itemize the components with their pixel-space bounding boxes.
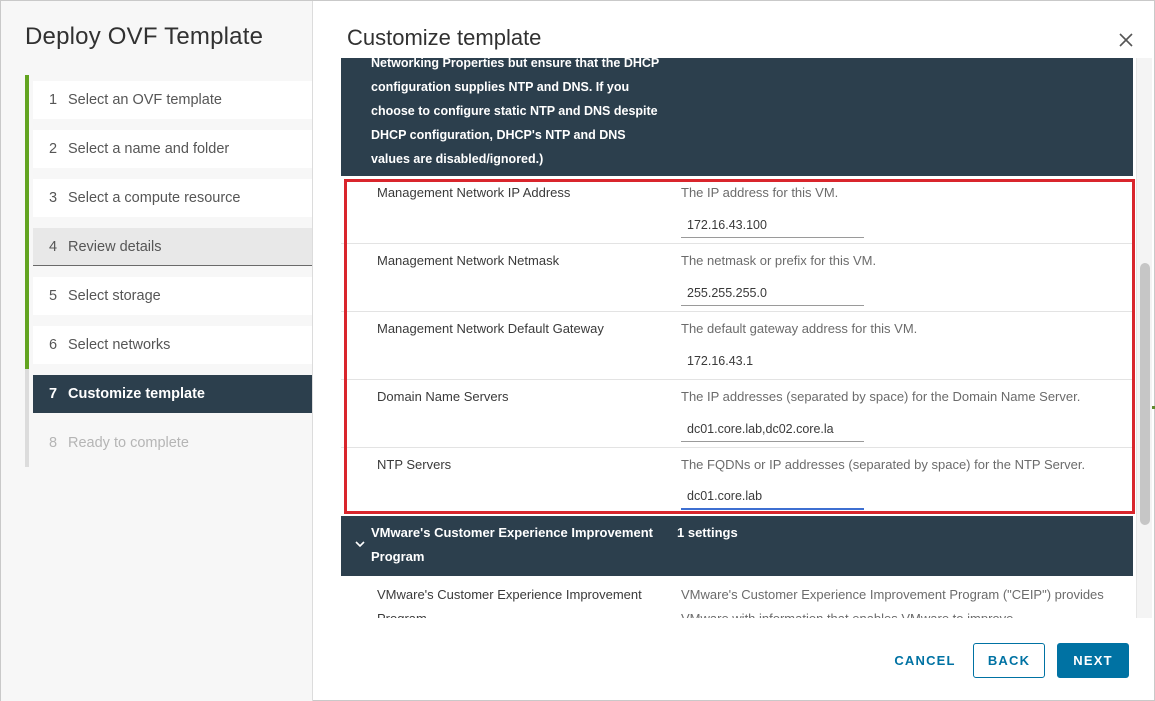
property-description: The IP addresses (separated by space) fo… bbox=[681, 389, 1081, 404]
property-label: Domain Name Servers bbox=[377, 389, 509, 404]
ceip-section-title: VMware's Customer Experience Improvement… bbox=[371, 525, 653, 564]
wizard-sidebar: Deploy OVF Template 1 Select an OVF temp… bbox=[1, 1, 313, 701]
step-number: 8 bbox=[49, 435, 58, 451]
step-number: 6 bbox=[49, 337, 58, 353]
step-select-storage[interactable]: 5 Select storage bbox=[33, 277, 312, 315]
info-line: values are disabled/ignored.) bbox=[371, 152, 544, 166]
ceip-property-label: VMware's Customer Experience Improvement… bbox=[377, 587, 642, 618]
property-description: The netmask or prefix for this VM. bbox=[681, 253, 877, 268]
step-select-compute-resource[interactable]: 3 Select a compute resource bbox=[33, 179, 312, 217]
ntp-servers-input[interactable] bbox=[681, 484, 864, 510]
step-label: Select a compute resource bbox=[68, 190, 241, 206]
step-label: Select a name and folder bbox=[68, 141, 230, 157]
close-button[interactable] bbox=[1113, 27, 1139, 53]
close-icon bbox=[1119, 33, 1133, 47]
template-properties-panel: Networking Properties but ensure that th… bbox=[341, 58, 1134, 618]
cancel-button[interactable]: CANCEL bbox=[887, 643, 963, 678]
step-label: Ready to complete bbox=[68, 435, 189, 451]
step-label: Customize template bbox=[68, 386, 205, 402]
step-select-ovf-template[interactable]: 1 Select an OVF template bbox=[33, 81, 312, 119]
step-label: Review details bbox=[68, 238, 162, 255]
property-description: The default gateway address for this VM. bbox=[681, 321, 918, 336]
property-label: Management Network IP Address bbox=[377, 185, 571, 200]
step-select-name-folder[interactable]: 2 Select a name and folder bbox=[33, 130, 312, 168]
step-number: 7 bbox=[49, 386, 58, 402]
ceip-settings-count: 1 settings bbox=[677, 525, 738, 540]
step-review-details[interactable]: 4 Review details bbox=[33, 228, 312, 266]
property-row-netmask: Management Network Netmask The netmask o… bbox=[341, 244, 1133, 312]
scrollbar-thumb[interactable] bbox=[1140, 263, 1150, 525]
networking-info-block: Networking Properties but ensure that th… bbox=[341, 58, 1133, 176]
property-row-dns-servers: Domain Name Servers The IP addresses (se… bbox=[341, 380, 1133, 448]
ceip-property-description: VMware's Customer Experience Improvement… bbox=[681, 587, 1104, 618]
next-button[interactable]: NEXT bbox=[1057, 643, 1129, 678]
step-number: 2 bbox=[49, 141, 58, 157]
ip-address-input[interactable] bbox=[681, 212, 864, 238]
step-number: 1 bbox=[49, 92, 58, 108]
step-label: Select networks bbox=[68, 337, 171, 353]
property-description: The FQDNs or IP addresses (separated by … bbox=[681, 457, 1086, 472]
ceip-section-header[interactable]: VMware's Customer Experience Improvement… bbox=[341, 516, 1133, 576]
dns-servers-input[interactable] bbox=[681, 416, 864, 442]
property-row-ntp-servers: NTP Servers The FQDNs or IP addresses (s… bbox=[341, 448, 1133, 516]
chevron-down-icon bbox=[355, 541, 365, 548]
step-select-networks[interactable]: 6 Select networks bbox=[33, 326, 312, 364]
step-number: 3 bbox=[49, 190, 58, 206]
netmask-input[interactable] bbox=[681, 280, 864, 306]
property-row-default-gateway: Management Network Default Gateway The d… bbox=[341, 312, 1133, 380]
property-label: Management Network Default Gateway bbox=[377, 321, 604, 336]
step-label: Select an OVF template bbox=[68, 92, 222, 108]
info-line: DHCP configuration, DHCP's NTP and DNS bbox=[371, 128, 626, 142]
default-gateway-input[interactable] bbox=[681, 348, 864, 374]
step-ready-to-complete: 8 Ready to complete bbox=[33, 424, 312, 462]
step-number: 4 bbox=[49, 238, 58, 255]
info-line: choose to configure static NTP and DNS d… bbox=[371, 104, 658, 118]
page-title: Customize template bbox=[347, 25, 542, 50]
step-customize-template[interactable]: 7 Customize template bbox=[33, 375, 312, 413]
info-line: Networking Properties but ensure that th… bbox=[371, 58, 660, 70]
deploy-ovf-dialog: Deploy OVF Template 1 Select an OVF temp… bbox=[0, 0, 1155, 701]
content-scrollbar[interactable] bbox=[1136, 58, 1152, 618]
property-label: NTP Servers bbox=[377, 457, 452, 472]
info-line: configuration supplies NTP and DNS. If y… bbox=[371, 80, 630, 94]
step-label: Select storage bbox=[68, 288, 161, 304]
property-row-ip-address: Management Network IP Address The IP add… bbox=[341, 176, 1133, 244]
step-progress-complete bbox=[25, 75, 29, 369]
property-label: Management Network Netmask bbox=[377, 253, 560, 268]
property-description: The IP address for this VM. bbox=[681, 185, 839, 200]
step-number: 5 bbox=[49, 288, 58, 304]
back-button[interactable]: BACK bbox=[973, 643, 1045, 678]
dialog-title: Deploy OVF Template bbox=[25, 23, 264, 50]
